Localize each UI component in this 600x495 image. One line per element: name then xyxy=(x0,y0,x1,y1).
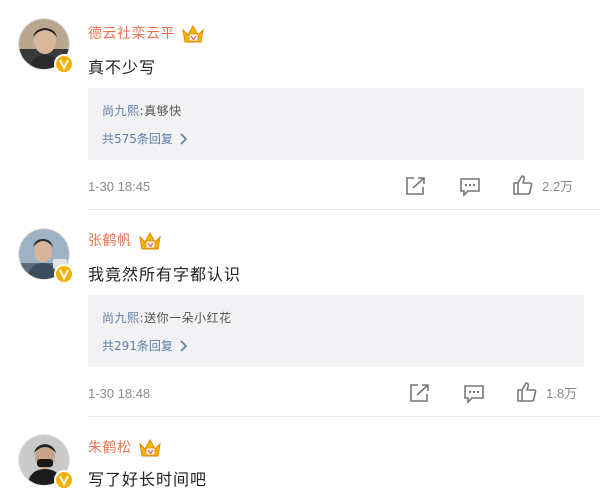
view-replies-link[interactable]: 共575条回复 xyxy=(102,130,187,147)
share-button[interactable] xyxy=(409,383,431,403)
comment-icon xyxy=(460,178,480,197)
reply-author-link[interactable]: 尚九熙 xyxy=(102,311,140,325)
comment-item: 朱鹤松 写了好长时间吧 xyxy=(0,420,600,495)
thumbs-up-icon xyxy=(513,175,533,195)
view-replies-link[interactable]: 共291条回复 xyxy=(102,337,187,354)
share-icon xyxy=(406,177,425,195)
divider xyxy=(88,416,600,417)
crown-vip-icon xyxy=(182,24,204,43)
like-button[interactable]: 1.8万 xyxy=(516,381,577,403)
verified-v-icon xyxy=(54,264,74,284)
reply-text: 送你一朵小红花 xyxy=(144,311,232,325)
reply-count-label: 共575条回复 xyxy=(102,132,173,146)
username-link[interactable]: 德云社栾云平 xyxy=(88,23,175,43)
username-link[interactable]: 朱鹤松 xyxy=(88,437,132,457)
like-button[interactable]: 2.2万 xyxy=(512,174,573,196)
avatar[interactable] xyxy=(18,434,74,490)
comment-text: 真不少写 xyxy=(88,58,157,77)
timestamp: 1-30 18:48 xyxy=(88,386,151,401)
reply-line: 尚九熙:送你一朵小红花 xyxy=(102,309,232,326)
reply-preview[interactable]: 尚九熙:送你一朵小红花 共291条回复 xyxy=(88,295,584,367)
verified-v-icon xyxy=(54,470,74,490)
comment-icon xyxy=(464,385,484,404)
reply-text: 真够快 xyxy=(144,104,182,118)
avatar[interactable] xyxy=(18,18,74,74)
avatar[interactable] xyxy=(18,228,74,284)
chevron-right-icon xyxy=(180,339,187,352)
reply-preview[interactable]: 尚九熙:真够快 共575条回复 xyxy=(88,88,584,160)
comment-text: 我竟然所有字都认识 xyxy=(88,265,242,284)
like-count: 2.2万 xyxy=(542,178,574,194)
timestamp: 1-30 18:45 xyxy=(88,179,151,194)
like-count: 1.8万 xyxy=(546,385,578,401)
share-icon xyxy=(410,384,429,402)
chevron-right-icon xyxy=(180,132,187,145)
crown-vip-icon xyxy=(138,231,161,250)
comment-item: 张鹤帆 我竟然所有字都认识 尚九熙:送你一朵小红花 共291条回复 1-30 1… xyxy=(0,210,600,420)
reply-author-link[interactable]: 尚九熙 xyxy=(102,104,140,118)
comment-text: 写了好长时间吧 xyxy=(88,470,208,489)
crown-vip-icon xyxy=(138,438,161,457)
comment-button[interactable] xyxy=(459,177,481,197)
comment-button[interactable] xyxy=(463,384,485,404)
share-button[interactable] xyxy=(405,176,427,196)
reply-line: 尚九熙:真够快 xyxy=(102,102,182,119)
comment-item: 德云社栾云平 真不少写 尚九熙:真够快 共575条回复 1-30 18:45 2… xyxy=(0,0,600,210)
username-link[interactable]: 张鹤帆 xyxy=(88,230,132,250)
verified-v-icon xyxy=(54,54,74,74)
thumbs-up-icon xyxy=(517,382,537,402)
reply-count-label: 共291条回复 xyxy=(102,339,173,353)
